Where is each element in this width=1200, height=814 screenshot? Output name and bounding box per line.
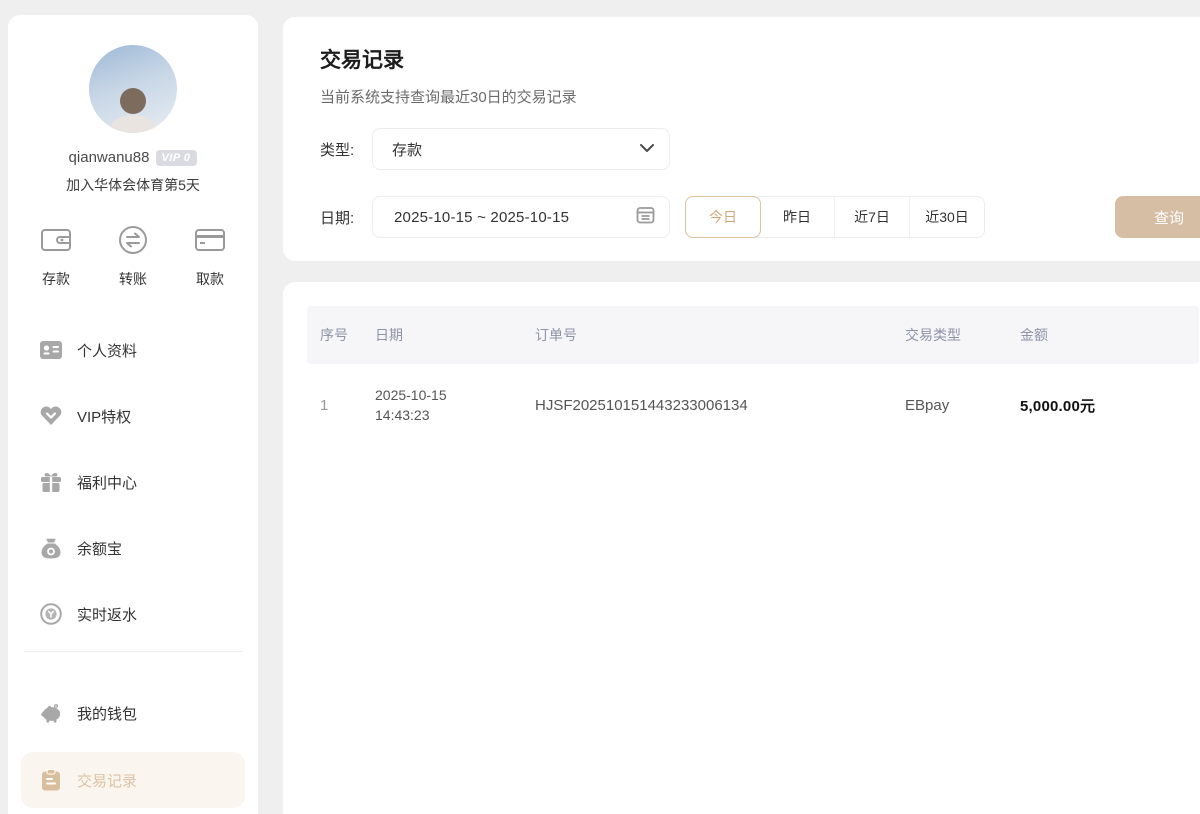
search-button[interactable]: 查询 — [1115, 196, 1200, 238]
sidebar-item-profile[interactable]: 个人资料 — [8, 317, 258, 383]
type-select[interactable]: 存款 — [372, 128, 670, 170]
cell-datetime: 2025-10-15 14:43:23 — [362, 385, 522, 426]
quick-action-deposit[interactable]: 存款 — [40, 225, 72, 289]
piggy-bank-icon: $ — [40, 702, 62, 724]
column-header-date: 日期 — [362, 325, 522, 345]
avatar-silhouette-icon — [103, 81, 163, 133]
date-label: 日期: — [320, 207, 372, 228]
cell-index: 1 — [307, 397, 362, 414]
avatar[interactable] — [89, 45, 177, 133]
type-filter-row: 类型: 存款 — [320, 128, 1200, 170]
sidebar-item-benefits[interactable]: 福利中心 — [8, 449, 258, 515]
column-header-amount: 金额 — [1007, 325, 1199, 345]
quick-action-label: 存款 — [42, 269, 70, 289]
quick-action-withdraw[interactable]: 取款 — [194, 225, 226, 289]
join-days-text: 加入华体会体育第5天 — [8, 175, 258, 195]
id-card-icon — [40, 339, 62, 361]
column-header-type: 交易类型 — [892, 325, 1007, 345]
type-label: 类型: — [320, 139, 372, 160]
sidebar-item-transactions[interactable]: 交易记录 — [21, 752, 245, 808]
sidebar-item-label: 我的钱包 — [77, 703, 137, 724]
quick-action-label: 取款 — [196, 269, 224, 289]
date-range-value: 2025-10-15 ~ 2025-10-15 — [392, 209, 636, 226]
profile-section: qianwanu88 VIP 0 加入华体会体育第5天 — [8, 15, 258, 195]
order-list-icon — [40, 769, 62, 791]
username: qianwanu88 — [69, 149, 150, 166]
quick-action-transfer[interactable]: 转账 — [118, 225, 148, 289]
cell-amount: 5,000.00元 — [1007, 395, 1199, 416]
sidebar-divider — [24, 651, 242, 652]
cell-transaction-type: EBpay — [892, 397, 1007, 414]
range-button-7days[interactable]: 近7日 — [834, 197, 909, 237]
cell-time: 14:43:23 — [375, 405, 522, 425]
range-button-30days[interactable]: 近30日 — [909, 197, 984, 237]
range-button-today[interactable]: 今日 — [685, 196, 761, 238]
quick-actions: 存款 转账 取款 — [8, 225, 258, 289]
page-subtitle: 当前系统支持查询最近30日的交易记录 — [320, 86, 1200, 107]
username-row: qianwanu88 VIP 0 — [8, 149, 258, 166]
sidebar-item-vip[interactable]: VIP特权 — [8, 383, 258, 449]
sidebar-item-label: VIP特权 — [77, 406, 131, 427]
coin-rebate-icon — [40, 603, 62, 625]
column-header-index: 序号 — [307, 325, 362, 345]
sidebar: qianwanu88 VIP 0 加入华体会体育第5天 存款 — [8, 15, 258, 814]
sidebar-item-rebate[interactable]: 实时返水 — [8, 581, 258, 647]
sidebar-item-label: 余额宝 — [77, 538, 122, 559]
table-header-row: 序号 日期 订单号 交易类型 金额 — [307, 306, 1199, 364]
table-row: 1 2025-10-15 14:43:23 HJSF20251015144323… — [307, 375, 1199, 435]
sidebar-item-label: 交易记录 — [77, 770, 137, 791]
cell-order-no: HJSF202510151443233006134 — [522, 397, 892, 414]
bank-card-icon — [194, 225, 226, 260]
date-filter-row: 日期: 2025-10-15 ~ 2025-10-15 今日 昨日 近7日 近3… — [320, 196, 1200, 238]
filter-card: 交易记录 当前系统支持查询最近30日的交易记录 类型: 存款 日期: 2025-… — [283, 17, 1200, 261]
calendar-icon — [636, 205, 655, 229]
money-bag-icon — [40, 537, 62, 559]
gift-icon — [40, 471, 62, 493]
wallet-icon — [40, 225, 72, 260]
sidebar-menu: 个人资料 VIP特权 福利中心 — [8, 317, 258, 647]
transactions-table-card: 序号 日期 订单号 交易类型 金额 1 2025-10-15 14:43:23 … — [283, 282, 1200, 814]
sidebar-item-my-wallet[interactable]: $ 我的钱包 — [8, 680, 258, 746]
quick-action-label: 转账 — [119, 269, 147, 289]
sidebar-item-label: 实时返水 — [77, 604, 137, 625]
column-header-order-no: 订单号 — [522, 325, 892, 345]
type-select-value: 存款 — [392, 139, 639, 160]
vip-badge: VIP 0 — [156, 150, 197, 166]
page-title: 交易记录 — [320, 44, 1200, 74]
range-button-yesterday[interactable]: 昨日 — [760, 197, 834, 237]
transfer-icon — [118, 225, 148, 260]
vip-heart-icon — [40, 405, 62, 427]
chevron-down-icon — [639, 140, 655, 158]
sidebar-item-label: 个人资料 — [77, 340, 137, 361]
sidebar-item-yuebao[interactable]: 余额宝 — [8, 515, 258, 581]
sidebar-item-label: 福利中心 — [77, 472, 137, 493]
svg-text:$: $ — [55, 704, 57, 708]
cell-date: 2025-10-15 — [375, 385, 522, 405]
date-range-input[interactable]: 2025-10-15 ~ 2025-10-15 — [372, 196, 670, 238]
date-range-presets: 今日 昨日 近7日 近30日 — [685, 196, 985, 238]
sidebar-menu-wallet: $ 我的钱包 交易记录 — [8, 680, 258, 808]
